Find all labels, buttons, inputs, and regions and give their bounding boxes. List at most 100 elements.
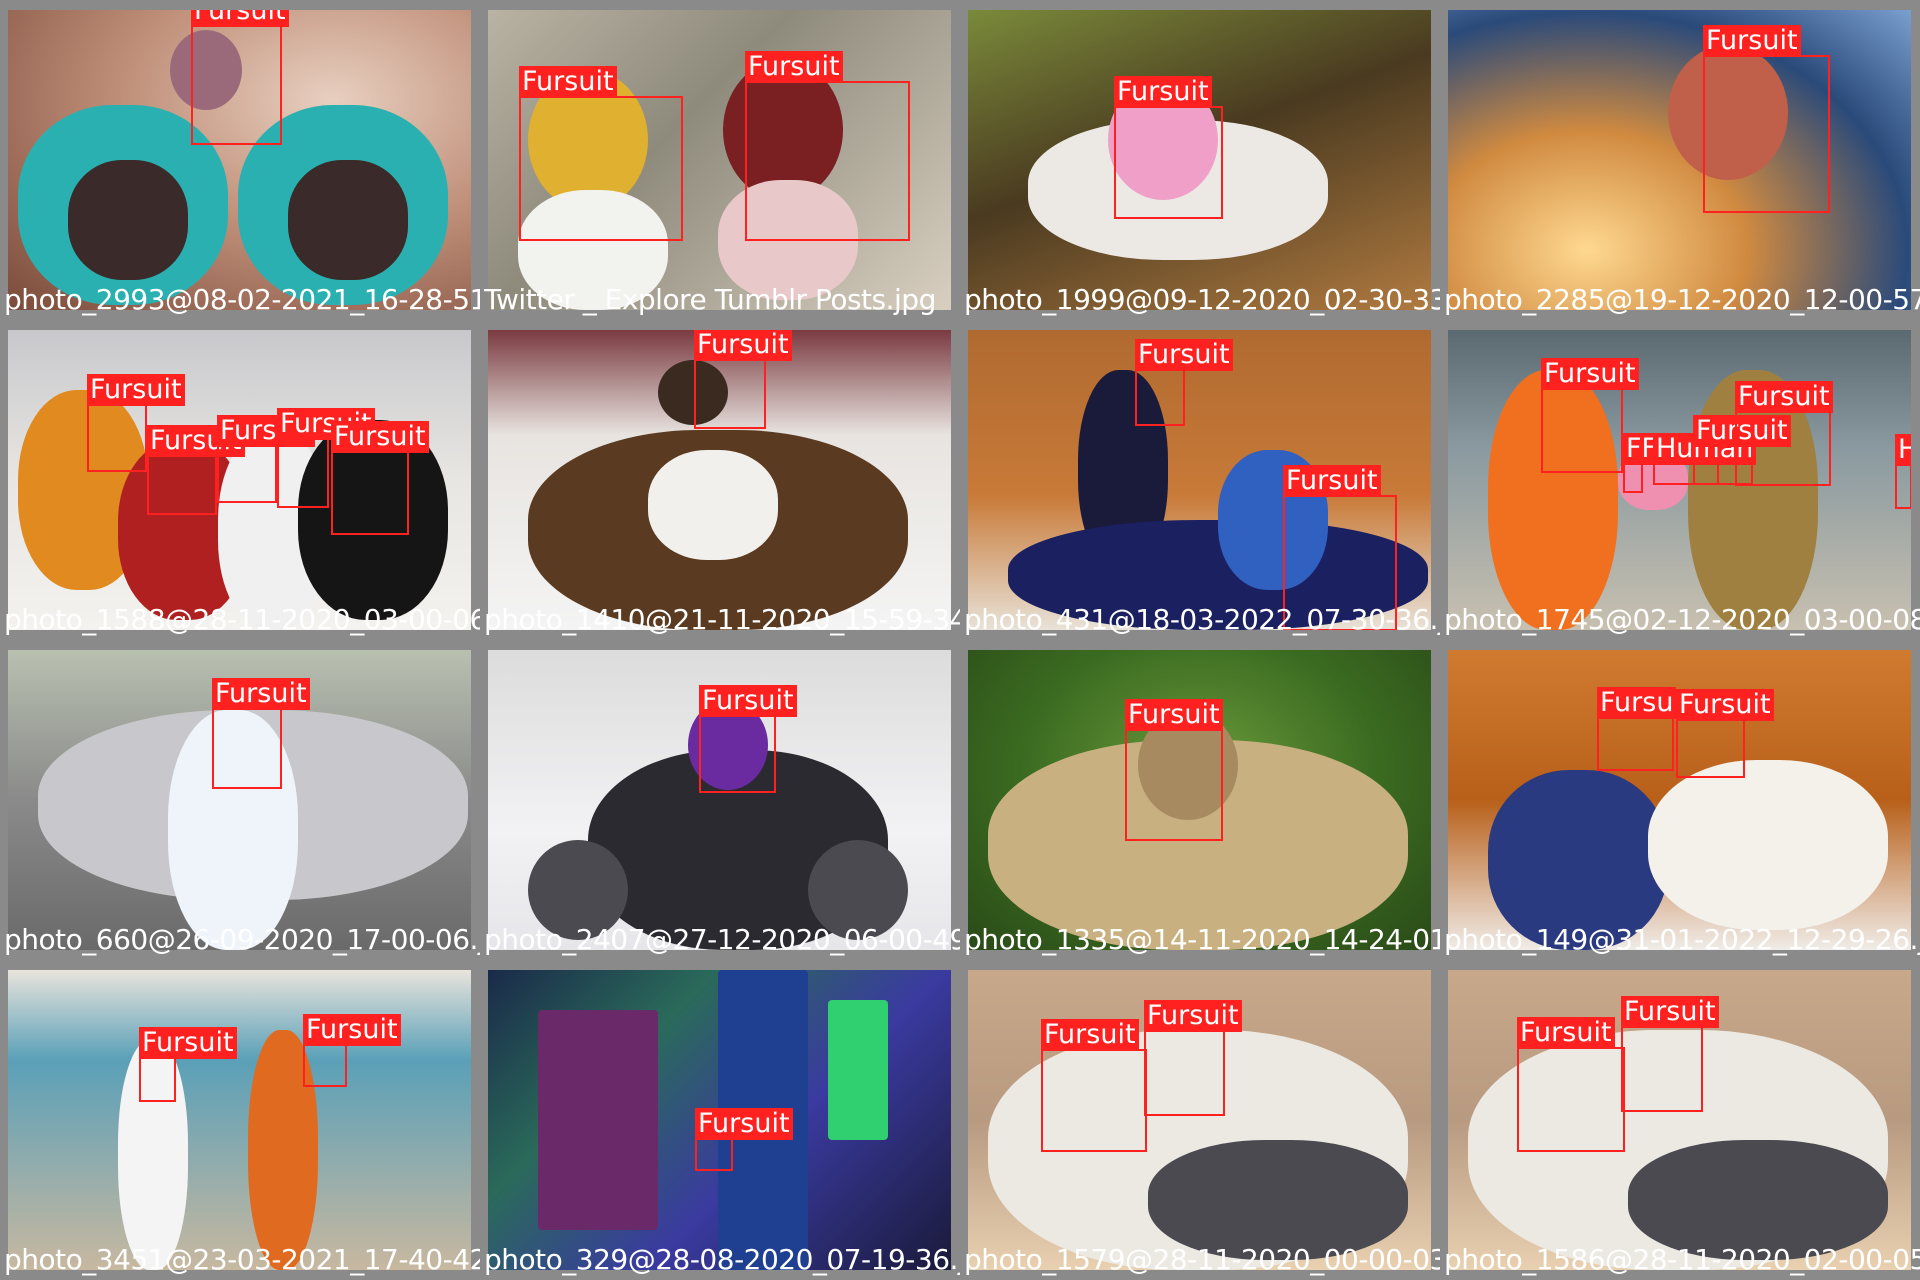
file-name: photo_1579@28-11-2020_00-00-03.jpg bbox=[964, 1243, 1440, 1276]
bounding-box: Fursuit bbox=[191, 10, 289, 145]
photo: Fursuit Fursuit bbox=[968, 330, 1431, 630]
bounding-box: Fursuit bbox=[1135, 339, 1233, 426]
mosaic-tile[interactable]: Fursuit photo_1335@14-11-2020_14-24-01.j… bbox=[960, 640, 1440, 960]
box-label: Fursuit bbox=[745, 51, 843, 83]
mosaic-tile[interactable]: Fursuit Fursuit photo_3451@23-03-2021_17… bbox=[0, 960, 480, 1280]
photo: Fursuit bbox=[8, 10, 471, 310]
file-name: photo_2285@19-12-2020_12-00-57.jpg bbox=[1444, 283, 1920, 316]
box-label: H bbox=[1895, 434, 1911, 466]
bounding-box: FF bbox=[1623, 433, 1661, 493]
mosaic-tile[interactable]: Fursuit Fursuit photo_431@18-03-2022_07-… bbox=[960, 320, 1440, 640]
box-label: Fursuit bbox=[212, 678, 310, 710]
bounding-box: Fursuit bbox=[1541, 358, 1639, 473]
file-name: photo_660@26-09-2020_17-00-06.jpg bbox=[4, 923, 480, 956]
photo: Fursuit bbox=[968, 10, 1431, 310]
mosaic-tile[interactable]: Fursuit Fursuit photo_1579@28-11-2020_00… bbox=[960, 960, 1440, 1280]
file-name: Twitter _ Explore Tumblr Posts.jpg bbox=[484, 283, 936, 316]
bounding-box: Fursuit bbox=[1517, 1017, 1625, 1152]
box-label: Fursuit bbox=[1621, 996, 1719, 1028]
photo: Fursuit FF Human Fursuit Fursuit H bbox=[1448, 330, 1911, 630]
bounding-box: Fursuit bbox=[1114, 76, 1223, 219]
bounding-box: Fursuit bbox=[217, 415, 315, 503]
box-label: Fursuit bbox=[1135, 339, 1233, 371]
photo: Fursuit Fursuit bbox=[488, 10, 951, 310]
box-label: Fursuit bbox=[87, 374, 185, 406]
box-label: Fursuit bbox=[695, 1108, 793, 1140]
box-label: Fursuit bbox=[1541, 358, 1639, 390]
bounding-box: Fursuit bbox=[519, 66, 683, 241]
bounding-box: Fursuit bbox=[331, 421, 429, 535]
file-name: photo_1999@09-12-2020_02-30-33.jpg bbox=[964, 283, 1440, 316]
bounding-box: Fursuit bbox=[1735, 381, 1833, 486]
file-name: photo_1588@28-11-2020_03-00-06.jpg bbox=[4, 603, 480, 636]
photo: Fursuit Fursuit Fursuit Fursuit Fursuit bbox=[8, 330, 471, 630]
mosaic-tile[interactable]: Fursuit FF Human Fursuit Fursuit H photo… bbox=[1440, 320, 1920, 640]
file-name: photo_2993@08-02-2021_16-28-51.jpg bbox=[4, 283, 480, 316]
bounding-box: Fursuit bbox=[1125, 699, 1223, 841]
file-name: photo_149@31-01-2022_12-29-26.jpg bbox=[1444, 923, 1920, 956]
box-label: Fursuit bbox=[331, 421, 429, 453]
box-label: Fursuit bbox=[1041, 1019, 1139, 1051]
box-label: Fursuit bbox=[139, 1027, 237, 1059]
file-name: photo_431@18-03-2022_07-30-36.jpg bbox=[964, 603, 1440, 636]
mosaic-tile[interactable]: Fursuit photo_1410@21-11-2020_15-59-34.j… bbox=[480, 320, 960, 640]
bounding-box: Fursuit bbox=[694, 330, 792, 429]
file-name: photo_1335@14-11-2020_14-24-01.jpg bbox=[964, 923, 1440, 956]
detection-mosaic: Fursuit photo_2993@08-02-2021_16-28-51.j… bbox=[0, 0, 1920, 1280]
mosaic-tile[interactable]: Fursuit Fursuit Twitter _ Explore Tumblr… bbox=[480, 0, 960, 320]
file-name: photo_329@28-08-2020_07-19-36.jpg bbox=[484, 1243, 960, 1276]
box-label: Fursuit bbox=[1125, 699, 1223, 731]
bounding-box: Fursuit bbox=[303, 1014, 401, 1087]
box-label: Fursuit bbox=[303, 1014, 401, 1046]
bounding-box: Fursuit bbox=[139, 1027, 237, 1102]
mosaic-tile[interactable]: Fursuit photo_329@28-08-2020_07-19-36.jp… bbox=[480, 960, 960, 1280]
bounding-box: Fursuit bbox=[1041, 1019, 1147, 1152]
box-label: Fursuit bbox=[1676, 689, 1774, 721]
bounding-box: H bbox=[1895, 434, 1911, 509]
bounding-box: Fursuit bbox=[1621, 996, 1719, 1112]
box-label: Fursu bbox=[1597, 687, 1677, 719]
bounding-box: Fursuit bbox=[745, 51, 910, 241]
mosaic-tile[interactable]: Fursuit photo_2285@19-12-2020_12-00-57.j… bbox=[1440, 0, 1920, 320]
box-label: Fursuit bbox=[191, 10, 289, 27]
box-label: Fursuit bbox=[1283, 465, 1381, 497]
file-name: photo_3451@23-03-2021_17-40-42.jpg bbox=[4, 1243, 480, 1276]
mosaic-tile[interactable]: Fursuit photo_660@26-09-2020_17-00-06.jp… bbox=[0, 640, 480, 960]
mosaic-tile[interactable]: Fursuit Fursuit Fursuit Fursuit Fursuit … bbox=[0, 320, 480, 640]
mosaic-tile[interactable]: Fursu Fursuit photo_149@31-01-2022_12-29… bbox=[1440, 640, 1920, 960]
photo: Fursuit Fursuit bbox=[1448, 970, 1911, 1270]
box-label: Fursuit bbox=[1735, 381, 1833, 413]
box-label: Fursuit bbox=[694, 330, 792, 361]
photo: Fursuit bbox=[1448, 10, 1911, 310]
bounding-box: Fursu bbox=[1597, 687, 1677, 771]
bounding-box: Fursuit bbox=[277, 408, 375, 508]
bounding-box: Fursuit bbox=[1676, 689, 1774, 778]
mosaic-tile[interactable]: Fursuit photo_1999@09-12-2020_02-30-33.j… bbox=[960, 0, 1440, 320]
mosaic-tile[interactable]: Fursuit photo_2407@27-12-2020_06-00-49.j… bbox=[480, 640, 960, 960]
photo: Fursuit bbox=[488, 970, 951, 1270]
photo: Fursuit bbox=[8, 650, 471, 950]
file-name: photo_2407@27-12-2020_06-00-49.jpg bbox=[484, 923, 960, 956]
photo: Fursuit bbox=[488, 650, 951, 950]
file-name: photo_1410@21-11-2020_15-59-34.jpg bbox=[484, 603, 960, 636]
box-label: Fursuit bbox=[1114, 76, 1212, 108]
box-label: Fursuit bbox=[1144, 1000, 1242, 1032]
bounding-box: Fursuit bbox=[147, 425, 245, 515]
photo: Fursuit bbox=[488, 330, 951, 630]
box-label: Fursuit bbox=[519, 66, 617, 98]
bounding-box: Fursuit bbox=[212, 678, 310, 789]
mosaic-tile[interactable]: Fursuit Fursuit photo_1586@28-11-2020_02… bbox=[1440, 960, 1920, 1280]
box-label: Fursuit bbox=[1703, 25, 1801, 57]
photo: Fursu Fursuit bbox=[1448, 650, 1911, 950]
photo: Fursuit Fursuit bbox=[8, 970, 471, 1270]
file-name: photo_1745@02-12-2020_03-00-08.jpg bbox=[1444, 603, 1920, 636]
bounding-box: Fursuit bbox=[699, 685, 797, 793]
file-name: photo_1586@28-11-2020_02-00-05.jpg bbox=[1444, 1243, 1920, 1276]
photo: Fursuit bbox=[968, 650, 1431, 950]
bounding-box: Fursuit bbox=[87, 374, 185, 472]
box-label: Fursuit bbox=[1517, 1017, 1615, 1049]
bounding-box: Fursuit bbox=[1144, 1000, 1242, 1116]
mosaic-tile[interactable]: Fursuit photo_2993@08-02-2021_16-28-51.j… bbox=[0, 0, 480, 320]
box-label: Fursuit bbox=[699, 685, 797, 717]
photo: Fursuit Fursuit bbox=[968, 970, 1431, 1270]
